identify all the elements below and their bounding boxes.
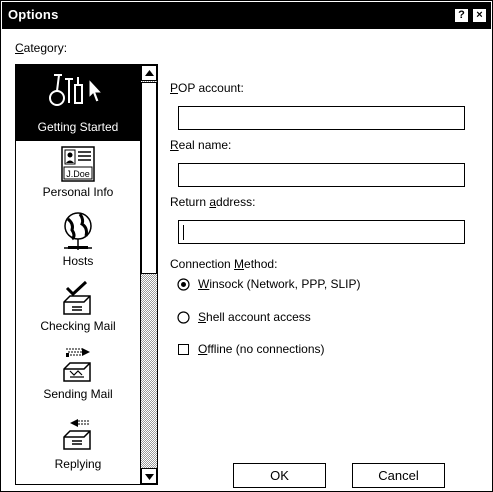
mail-reply-icon — [63, 419, 91, 450]
shell-account-option-label[interactable]: Shell account access — [198, 310, 311, 324]
close-button[interactable]: × — [472, 8, 487, 23]
text-caret — [183, 225, 184, 240]
category-item-replying[interactable]: Replying — [16, 409, 140, 484]
arrow-up-icon — [145, 70, 154, 76]
real-name-input[interactable] — [178, 163, 465, 187]
category-item-checking-mail[interactable]: Checking Mail — [16, 275, 140, 341]
category-item-label: Getting Started — [37, 120, 119, 134]
title-bar: Options ? × — [2, 2, 491, 29]
category-item-hosts[interactable]: Hosts — [16, 207, 140, 275]
return-address-input[interactable] — [178, 220, 465, 244]
help-button[interactable]: ? — [454, 8, 469, 23]
category-item-personal-info[interactable]: J.Doe Personal Info — [16, 141, 140, 207]
winsock-option-label[interactable]: Winsock (Network, PPP, SLIP) — [198, 277, 361, 291]
globe-icon — [64, 212, 92, 250]
shell-account-radio[interactable] — [177, 311, 190, 324]
pop-account-label: POP account: — [170, 81, 244, 95]
ok-button[interactable]: OK — [233, 463, 326, 488]
category-item-label: Hosts — [62, 254, 94, 268]
category-item-label: Sending Mail — [43, 387, 113, 401]
mail-send-icon — [63, 348, 91, 382]
offline-option-label[interactable]: Offline (no connections) — [198, 342, 325, 356]
offline-checkbox[interactable] — [178, 344, 189, 355]
category-item-sending-mail[interactable]: Sending Mail — [16, 341, 140, 409]
winsock-radio[interactable] — [177, 278, 190, 291]
connection-method-label: Connection Method: — [170, 257, 278, 271]
cancel-button[interactable]: Cancel — [352, 463, 445, 488]
category-label: Category: — [15, 41, 68, 55]
scroll-up-button[interactable] — [141, 65, 157, 81]
dialog-title: Options — [8, 7, 59, 22]
real-name-label: Real name: — [170, 138, 232, 152]
id-card-badge: J.Doe — [66, 169, 90, 179]
scroll-thumb[interactable] — [141, 82, 157, 274]
scroll-down-button[interactable] — [141, 468, 157, 484]
category-item-label: Checking Mail — [40, 319, 116, 333]
id-card-icon: J.Doe — [61, 146, 95, 182]
tools-icon — [49, 74, 104, 106]
options-dialog: Options ? × Category: Getting Started J.… — [0, 0, 493, 492]
category-list[interactable]: Getting Started J.Doe Personal Info Host… — [15, 64, 158, 485]
category-item-label: Replying — [54, 457, 102, 471]
category-item-label: Personal Info — [42, 185, 114, 199]
category-scrollbar[interactable] — [140, 65, 157, 484]
category-item-getting-started[interactable]: Getting Started — [16, 65, 140, 141]
arrow-down-icon — [145, 474, 154, 480]
return-address-label: Return address: — [170, 195, 256, 209]
pop-account-input[interactable] — [178, 106, 465, 130]
mail-check-icon — [63, 280, 91, 315]
